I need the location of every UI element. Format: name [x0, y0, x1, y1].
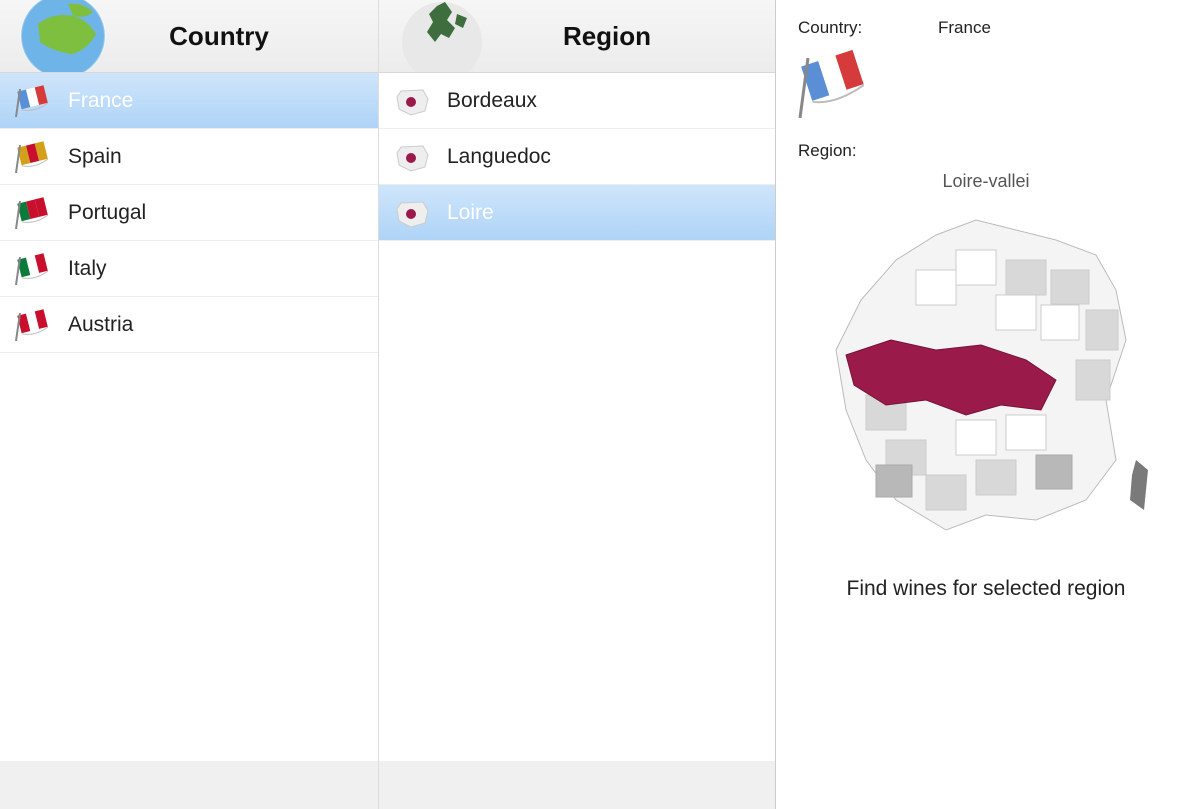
country-item-label: Italy	[68, 257, 107, 281]
region-item-loire[interactable]: Loire	[379, 185, 775, 241]
country-header-title: Country	[169, 21, 269, 52]
detail-country-value: France	[938, 18, 991, 38]
globe-icon	[18, 0, 158, 74]
region-thumb-icon	[393, 141, 433, 173]
country-header: Country	[0, 0, 378, 73]
detail-country-label: Country:	[798, 18, 938, 38]
region-panel: Region Bordeaux Languedoc Loire	[378, 0, 776, 809]
flag-icon	[14, 197, 54, 229]
region-thumb-icon	[393, 85, 433, 117]
flag-icon	[14, 141, 54, 173]
region-item-languedoc[interactable]: Languedoc	[379, 129, 775, 185]
country-item-label: Spain	[68, 145, 122, 169]
country-list: France Spain Portugal Italy	[0, 73, 378, 749]
detail-region-name: Loire-vallei	[798, 171, 1174, 192]
find-wines-button[interactable]: Find wines for selected region	[798, 562, 1174, 616]
country-panel: Country France Spain Portugal	[0, 0, 378, 809]
detail-region-row: Region:	[798, 141, 1174, 161]
europe-map-icon	[397, 0, 537, 74]
detail-region-label: Region:	[798, 141, 938, 161]
country-item-label: France	[68, 89, 133, 113]
region-header-title: Region	[563, 21, 651, 52]
region-item-label: Bordeaux	[447, 89, 537, 113]
region-list: Bordeaux Languedoc Loire	[379, 73, 775, 749]
region-map	[798, 200, 1174, 540]
country-item-label: Austria	[68, 313, 133, 337]
region-item-label: Languedoc	[447, 145, 551, 169]
region-item-bordeaux[interactable]: Bordeaux	[379, 73, 775, 129]
flag-icon	[14, 253, 54, 285]
region-thumb-icon	[393, 197, 433, 229]
flag-icon	[14, 309, 54, 341]
country-item-austria[interactable]: Austria	[0, 297, 378, 353]
detail-flag	[798, 48, 1174, 123]
region-item-label: Loire	[447, 201, 494, 225]
country-item-portugal[interactable]: Portugal	[0, 185, 378, 241]
spacer	[0, 761, 378, 809]
flag-icon	[14, 85, 54, 117]
region-header: Region	[379, 0, 775, 73]
country-item-italy[interactable]: Italy	[0, 241, 378, 297]
country-item-spain[interactable]: Spain	[0, 129, 378, 185]
detail-country-row: Country: France	[798, 18, 1174, 38]
spacer	[379, 761, 775, 809]
country-item-label: Portugal	[68, 201, 146, 225]
country-item-france[interactable]: France	[0, 73, 378, 129]
detail-panel: Country: France Region: Loire-vallei	[776, 0, 1196, 809]
